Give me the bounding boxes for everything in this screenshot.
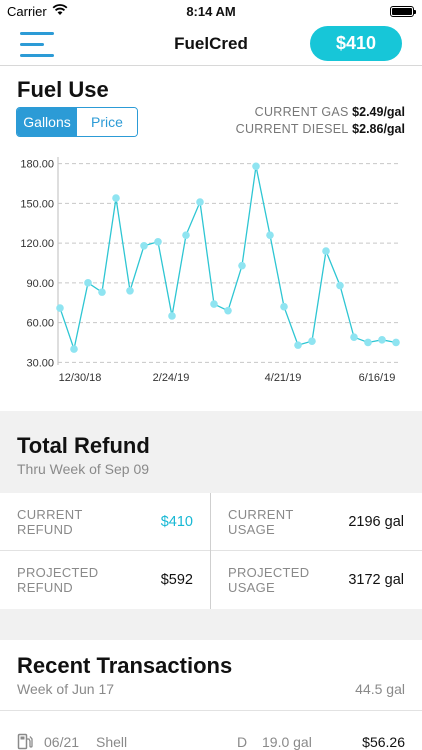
data-point xyxy=(294,341,302,349)
total-refund-title: Total Refund xyxy=(17,433,150,458)
data-point xyxy=(182,231,190,239)
data-point xyxy=(280,302,288,311)
transaction-vendor: Shell xyxy=(96,734,128,750)
divider xyxy=(0,710,422,711)
stat-label: PROJECTED USAGE xyxy=(228,565,310,595)
projected-refund-cell: PROJECTED REFUND $592 xyxy=(0,551,211,609)
data-point xyxy=(364,338,372,347)
y-tick-label: 150.00 xyxy=(20,198,54,210)
transaction-date: 06/21 xyxy=(44,734,80,750)
data-point xyxy=(322,247,330,255)
series-line xyxy=(59,166,397,352)
projected-usage-value: 3172 gal xyxy=(348,572,404,588)
recent-transactions-section: Recent Transactions Week of Jun 17 44.5 … xyxy=(0,640,422,750)
x-tick-label: 2/24/19 xyxy=(153,372,190,384)
data-point xyxy=(266,231,274,239)
tab-gallons[interactable]: Gallons xyxy=(17,108,77,136)
x-tick-label: 12/30/18 xyxy=(59,372,102,384)
total-refund-section: Total Refund Thru Week of Sep 09 xyxy=(0,411,422,493)
clock: 8:14 AM xyxy=(186,4,236,19)
current-prices: CURRENT GAS $2.49/gal CURRENT DIESEL $2.… xyxy=(236,104,405,138)
data-point xyxy=(140,241,148,250)
total-refund-subtitle: Thru Week of Sep 09 xyxy=(17,461,150,477)
tab-price[interactable]: Price xyxy=(77,108,137,136)
data-point xyxy=(224,306,232,315)
data-point xyxy=(378,336,386,344)
y-tick-label: 120.00 xyxy=(20,238,54,250)
section-spacer xyxy=(0,609,422,640)
projected-usage-cell: PROJECTED USAGE 3172 gal xyxy=(211,551,422,609)
fuel-pump-icon xyxy=(17,733,33,750)
grid-divider-horizontal xyxy=(0,550,422,551)
stat-label: PROJECTED REFUND xyxy=(17,565,99,595)
data-point xyxy=(112,194,120,202)
data-point xyxy=(56,304,64,312)
stat-label: CURRENT REFUND xyxy=(17,507,83,537)
data-point xyxy=(252,162,260,171)
projected-refund-value: $592 xyxy=(160,572,193,588)
hamburger-menu-icon[interactable] xyxy=(20,30,56,60)
refund-stats-grid: CURRENT REFUND $410 CURRENT USAGE 2196 g… xyxy=(0,493,422,609)
recent-transactions-subtitle: Week of Jun 17 xyxy=(17,681,115,697)
y-tick-label: 90.00 xyxy=(26,278,54,290)
data-point xyxy=(98,288,106,296)
data-point xyxy=(336,281,344,290)
y-tick-label: 60.00 xyxy=(26,318,54,330)
current-usage-cell: CURRENT USAGE 2196 gal xyxy=(211,493,422,551)
data-point xyxy=(126,287,134,295)
transaction-amount: $56.26 xyxy=(362,734,405,750)
x-tick-label: 4/21/19 xyxy=(265,372,302,384)
nav-bar: FuelCred $410 xyxy=(0,24,422,66)
data-point xyxy=(196,198,204,206)
status-bar: Carrier 8:14 AM xyxy=(0,0,422,24)
transaction-fuel-type: D xyxy=(237,734,248,750)
diesel-price-value: $2.86/gal xyxy=(352,122,405,136)
data-point xyxy=(308,337,316,345)
fuel-use-chart: 30.00 60.00 90.00 120.00 150.00 180.00 12/30/1… xyxy=(20,157,400,384)
transaction-row[interactable]: 06/21 Shell D 19.0 gal $56.26 xyxy=(0,728,422,750)
battery-icon xyxy=(390,6,416,17)
grid-divider-vertical xyxy=(210,493,211,609)
current-usage-value: 2196 gal xyxy=(348,514,404,530)
current-refund-value: $410 xyxy=(160,514,193,530)
data-point xyxy=(350,333,358,341)
balance-button[interactable]: $410 xyxy=(310,26,402,61)
data-point xyxy=(238,261,246,270)
fuel-use-title: Fuel Use xyxy=(17,77,109,102)
y-tick-label: 180.00 xyxy=(20,159,54,171)
data-point xyxy=(70,345,78,353)
current-refund-cell: CURRENT REFUND $410 xyxy=(0,493,211,551)
data-point xyxy=(168,312,176,320)
gas-price-label: CURRENT GAS xyxy=(254,105,349,119)
recent-transactions-title: Recent Transactions xyxy=(17,653,233,678)
diesel-price-label: CURRENT DIESEL xyxy=(235,122,349,136)
y-tick-label: 30.00 xyxy=(26,357,54,369)
transaction-quantity: 19.0 gal xyxy=(262,734,312,750)
gas-price-value: $2.49/gal xyxy=(352,105,405,119)
fuel-use-section: Fuel Use Gallons Price CURRENT GAS $2.49… xyxy=(0,67,422,411)
gallons-price-toggle: Gallons Price xyxy=(16,107,138,137)
data-point xyxy=(392,338,400,347)
data-point xyxy=(84,279,92,287)
stat-label: CURRENT USAGE xyxy=(228,507,294,537)
week-total-gallons: 44.5 gal xyxy=(355,681,405,697)
x-tick-label: 6/16/19 xyxy=(359,372,396,384)
data-point xyxy=(154,237,162,246)
data-point xyxy=(210,300,218,308)
